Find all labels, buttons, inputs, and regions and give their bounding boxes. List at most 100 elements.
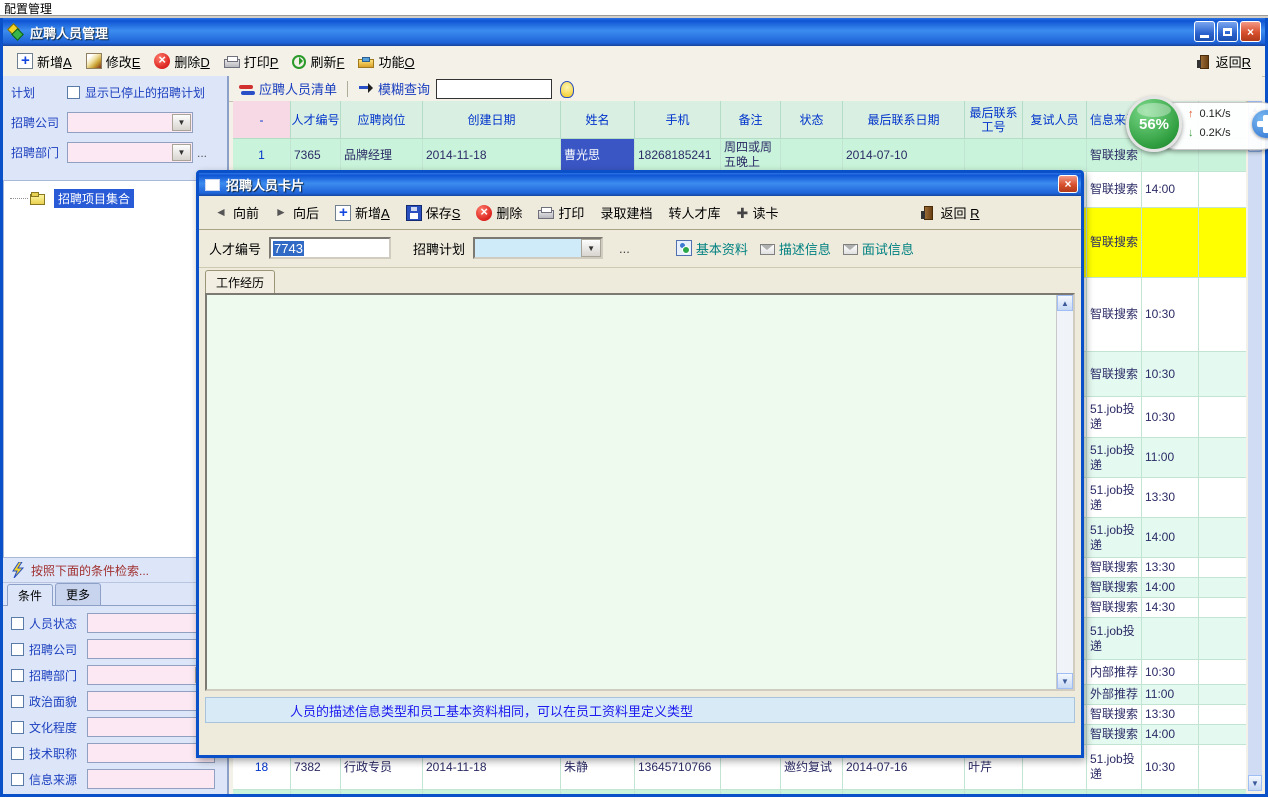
fuzzy-query-button[interactable]: 模糊查询	[378, 79, 430, 98]
toolbar-button-功能O[interactable]: 功能O	[358, 52, 414, 71]
cell-status[interactable]	[781, 790, 843, 794]
dept-more-button[interactable]: ...	[197, 146, 207, 160]
filter-checkbox[interactable]	[11, 643, 24, 656]
cell-time[interactable]	[1142, 208, 1199, 278]
search-tab-条件[interactable]: 条件	[7, 584, 53, 606]
cell-source[interactable]: 智联搜索	[1087, 208, 1142, 278]
dialog-titlebar[interactable]: 招聘人员卡片 ×	[199, 173, 1081, 196]
outer-menu-item[interactable]: 配置管理	[4, 0, 52, 17]
cell-source[interactable]: 智联搜索	[1087, 578, 1142, 598]
cell-extra[interactable]	[1199, 397, 1246, 438]
toolbar-button-刷新F[interactable]: 刷新F	[292, 52, 344, 71]
cell-created[interactable]	[423, 790, 561, 794]
toolbar-button-保存S[interactable]: 保存S	[406, 203, 461, 222]
minimize-button[interactable]	[1194, 21, 1215, 42]
cell-source[interactable]: 智联搜索	[1087, 278, 1142, 352]
cell-time[interactable]: 10:30	[1142, 397, 1199, 438]
cell-extra[interactable]	[1199, 278, 1246, 352]
cell-time[interactable]: 14:00	[1142, 578, 1199, 598]
cell-source[interactable]: 智联搜索	[1087, 598, 1142, 618]
toolbar-button-打印[interactable]: 打印	[538, 203, 584, 222]
toolbar-button-删除[interactable]: 删除	[476, 203, 522, 222]
cell-post[interactable]: 品牌经理	[341, 139, 423, 172]
cell-extra[interactable]	[1199, 598, 1246, 618]
cell-source[interactable]: 智联搜索	[1087, 172, 1142, 208]
cell-extra[interactable]	[1199, 745, 1246, 790]
chevron-down-icon[interactable]: ▼	[172, 144, 191, 161]
read-card-button[interactable]: ✚读卡	[736, 203, 778, 222]
cell-time[interactable]: 10:30	[1142, 352, 1199, 397]
column-header--[interactable]: -	[233, 101, 291, 139]
list-tab[interactable]: 应聘人员清单	[259, 79, 337, 98]
column-header-人才编号[interactable]: 人才编号	[291, 101, 341, 139]
cell-note[interactable]	[721, 790, 781, 794]
table-scrollbar[interactable]: ▲ ▼	[1248, 101, 1262, 791]
cell-source[interactable]: 内部推荐	[1087, 660, 1142, 685]
cell-note[interactable]: 周四或周五晚上	[721, 139, 781, 172]
work-history-textarea[interactable]: ▲ ▼	[205, 293, 1075, 691]
cell-phone[interactable]	[635, 790, 721, 794]
cell-time[interactable]	[1142, 790, 1199, 794]
cell-time[interactable]: 13:30	[1142, 558, 1199, 578]
column-header-姓名[interactable]: 姓名	[561, 101, 635, 139]
cell-source[interactable]: 智联搜索	[1087, 705, 1142, 725]
cell-extra[interactable]	[1199, 558, 1246, 578]
filter-checkbox[interactable]	[11, 669, 24, 682]
table-row[interactable]: 17365品牌经理2014-11-18曹光思18268185241周四或周五晚上…	[233, 139, 1246, 172]
chevron-down-icon[interactable]: ▼	[581, 239, 601, 257]
cell-extra[interactable]	[1199, 518, 1246, 558]
cell-id[interactable]: 7365	[291, 139, 341, 172]
close-button[interactable]: ×	[1240, 21, 1261, 42]
tree-item-projects[interactable]: 招聘项目集合	[10, 189, 134, 208]
column-header-备注[interactable]: 备注	[721, 101, 781, 139]
scroll-down-icon[interactable]: ▼	[1248, 775, 1262, 791]
filter-checkbox[interactable]	[11, 747, 24, 760]
link-描述信息[interactable]: 描述信息	[760, 239, 831, 258]
cell-extra[interactable]	[1199, 478, 1246, 518]
toolbar-button-向前[interactable]: ◄向前	[215, 203, 259, 222]
talent-id-input[interactable]: 7743	[269, 237, 391, 259]
cell-source[interactable]: 51.job投递	[1087, 518, 1142, 558]
cell-time[interactable]: 13:30	[1142, 705, 1199, 725]
column-header-创建日期[interactable]: 创建日期	[423, 101, 561, 139]
lamp-icon[interactable]	[560, 81, 574, 98]
column-header-状态[interactable]: 状态	[781, 101, 843, 139]
cell-time[interactable]: 11:00	[1142, 438, 1199, 478]
filter-input-信息来源[interactable]	[87, 769, 215, 789]
cell-source[interactable]: 51.job投递	[1087, 438, 1142, 478]
cell-extra[interactable]	[1199, 352, 1246, 397]
column-header-最后联系日期[interactable]: 最后联系日期	[843, 101, 965, 139]
column-header-最后联系工号[interactable]: 最后联系工号	[965, 101, 1023, 139]
net-percent-badge[interactable]: 56%	[1126, 96, 1182, 152]
cell-post[interactable]	[341, 790, 423, 794]
filter-checkbox[interactable]	[11, 617, 24, 630]
dialog-scrollbar[interactable]: ▲ ▼	[1056, 295, 1073, 689]
main-titlebar[interactable]: 应聘人员管理 ×	[3, 18, 1265, 46]
tab-work-history[interactable]: 工作经历	[205, 270, 275, 294]
maximize-button[interactable]	[1217, 21, 1238, 42]
cell-source[interactable]: 智联搜索	[1087, 352, 1142, 397]
show-stopped-checkbox[interactable]	[67, 86, 80, 99]
cell-id[interactable]	[291, 790, 341, 794]
cell-num[interactable]	[233, 790, 291, 794]
cell-time[interactable]	[1142, 618, 1199, 660]
cell-name[interactable]: 曹光思	[561, 139, 635, 172]
cell-source[interactable]: 51.job投递	[1087, 478, 1142, 518]
cell-name[interactable]	[561, 790, 635, 794]
search-tab-更多[interactable]: 更多	[55, 583, 101, 605]
cell-source[interactable]: 智联搜索	[1087, 725, 1142, 745]
column-header-应聘岗位[interactable]: 应聘岗位	[341, 101, 423, 139]
chevron-down-icon[interactable]: ▼	[172, 114, 191, 131]
cell-last_date[interactable]: 2014-07-10	[843, 139, 965, 172]
toolbar-button-录取建档[interactable]: 录取建档	[600, 203, 652, 222]
cell-source[interactable]: 51.job投递	[1087, 745, 1142, 790]
toolbar-button-删除D[interactable]: 删除D	[154, 52, 209, 71]
cell-time[interactable]: 14:00	[1142, 172, 1199, 208]
column-header-复试人员[interactable]: 复试人员	[1023, 101, 1087, 139]
cell-last_op[interactable]	[965, 139, 1023, 172]
dialog-return-button[interactable]: 返回 R	[924, 203, 979, 222]
toolbar-button-新增A[interactable]: 新增A	[335, 203, 390, 222]
toolbar-button-向后[interactable]: ►向后	[275, 203, 319, 222]
cell-last_date[interactable]	[843, 790, 965, 794]
cell-source[interactable]: 51.job投递	[1087, 618, 1142, 660]
